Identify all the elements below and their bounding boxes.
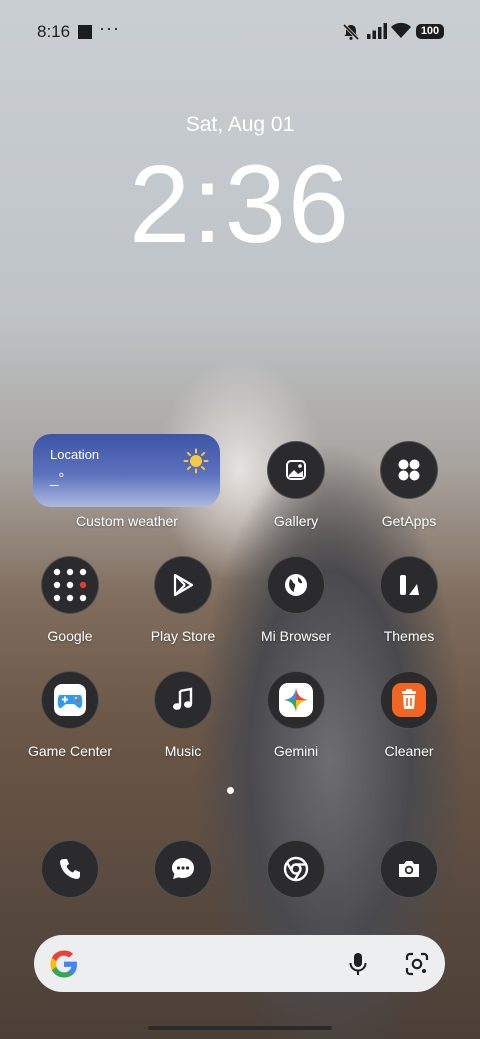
sun-icon (183, 448, 209, 474)
phone-app[interactable] (41, 840, 99, 898)
gemini-label: Gemini (273, 743, 319, 759)
play-store-icon (173, 573, 194, 597)
google-search-bar[interactable] (34, 935, 445, 992)
lock-clock: 2:36 (128, 143, 352, 266)
microphone-icon[interactable] (346, 951, 370, 977)
google-logo-icon (50, 950, 77, 978)
gemini-icon (279, 683, 313, 717)
themes-app[interactable] (380, 556, 438, 614)
muted-bell-icon (342, 23, 360, 41)
getapps-icon (398, 459, 420, 481)
status-time: 8:16 (37, 22, 71, 41)
music-label: Music (164, 743, 202, 759)
lock-date: Sat, Aug 01 (185, 113, 295, 136)
home-gesture-bar[interactable] (148, 1026, 332, 1030)
chrome-icon (283, 856, 309, 882)
wifi-icon (391, 22, 411, 38)
gallery-label: Gallery (273, 513, 319, 529)
play-store-label: Play Store (150, 628, 216, 644)
camera-app[interactable] (380, 840, 438, 898)
status-bar: 8:16 ··· 100 (0, 0, 480, 64)
cleaner-app[interactable] (380, 671, 438, 729)
more-notifications-icon: ··· (99, 18, 120, 38)
weather-widget[interactable]: Location _° (33, 434, 220, 507)
getapps-app[interactable] (380, 441, 438, 499)
page-indicator-dot (227, 787, 234, 794)
themes-label: Themes (383, 628, 435, 644)
weather-temperature: _° (50, 470, 65, 487)
signal-icon (367, 23, 387, 39)
play-store-app[interactable] (154, 556, 212, 614)
mi-browser-app[interactable] (267, 556, 325, 614)
game-center-app[interactable] (41, 671, 99, 729)
music-note-icon (173, 687, 193, 710)
gallery-app[interactable] (267, 441, 325, 499)
getapps-label: GetApps (381, 513, 437, 529)
trash-icon (392, 683, 426, 717)
messages-icon (172, 858, 194, 879)
phone-icon (60, 859, 80, 879)
mi-browser-label: Mi Browser (260, 628, 331, 644)
messages-app[interactable] (154, 840, 212, 898)
themes-icon (400, 575, 419, 595)
camera-icon (399, 861, 419, 877)
gamepad-icon (54, 684, 86, 716)
google-folder[interactable] (41, 556, 99, 614)
google-folder-icon (53, 568, 87, 602)
globe-icon (285, 574, 307, 596)
google-folder-label: Google (47, 628, 93, 644)
battery-indicator: 100 (416, 24, 444, 39)
music-app[interactable] (154, 671, 212, 729)
gallery-icon (286, 460, 306, 480)
chrome-app[interactable] (267, 840, 325, 898)
google-lens-icon[interactable] (404, 951, 430, 977)
game-center-label: Game Center (27, 743, 113, 759)
weather-location: Location (50, 447, 100, 462)
notification-square-icon (78, 25, 92, 39)
cleaner-label: Cleaner (384, 743, 434, 759)
weather-widget-label: Custom weather (76, 513, 178, 529)
gemini-app[interactable] (267, 671, 325, 729)
